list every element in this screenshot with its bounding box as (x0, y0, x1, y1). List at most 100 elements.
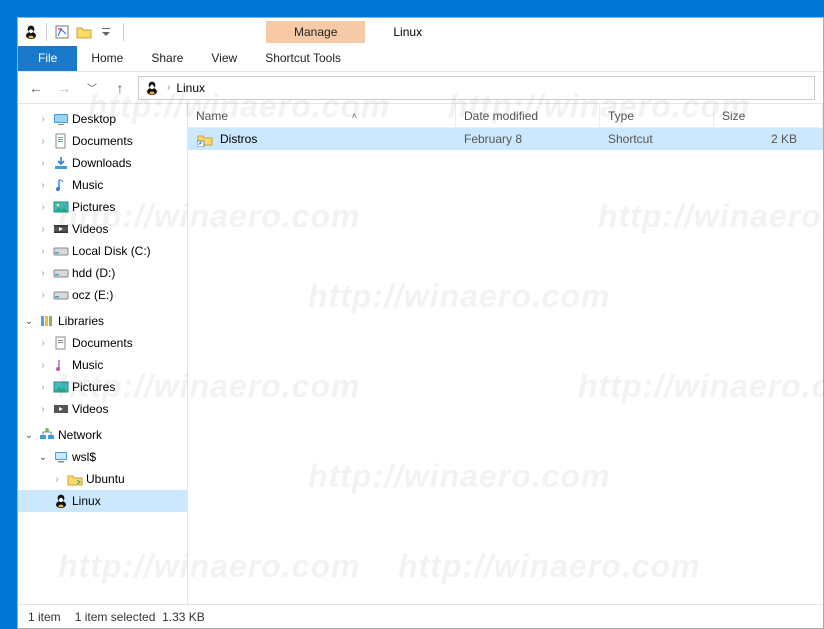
title-bar[interactable]: Manage Linux (18, 18, 823, 46)
chevron-right-icon[interactable]: › (36, 158, 50, 169)
status-selection: 1 item selected 1.33 KB (75, 610, 205, 624)
qat-dropdown-icon[interactable] (97, 24, 115, 40)
properties-icon[interactable] (53, 24, 71, 40)
file-row[interactable]: DistrosFebruary 8Shortcut2 KB (188, 128, 823, 150)
chevron-down-icon[interactable]: ⌄ (22, 430, 36, 441)
tree-item-label: Music (72, 178, 103, 192)
tree-item-label: Local Disk (C:) (72, 244, 151, 258)
column-header-name[interactable]: Name˄ (188, 104, 456, 127)
contextual-tab-header[interactable]: Manage (266, 21, 365, 43)
chevron-right-icon[interactable]: › (36, 202, 50, 213)
tree-item-hdd-d-[interactable]: › hdd (D:) (18, 262, 187, 284)
tab-view[interactable]: View (197, 46, 251, 71)
disk-icon (52, 243, 70, 259)
file-date: February 8 (456, 132, 600, 146)
sort-indicator-icon: ˄ (352, 111, 357, 121)
body: ›Desktop›Documents›Downloads›Music›Pictu… (18, 104, 823, 604)
chevron-right-icon[interactable]: › (36, 136, 50, 147)
piclib-icon (52, 379, 70, 395)
chevron-right-icon[interactable]: › (36, 338, 50, 349)
music-icon (52, 177, 70, 193)
tree-item-videos[interactable]: › Videos (18, 398, 187, 420)
video-icon (52, 221, 70, 237)
tree-item-libraries[interactable]: ⌄ Libraries (18, 310, 187, 332)
tree-item-label: Videos (72, 402, 108, 416)
column-header-size[interactable]: Size (714, 104, 823, 127)
quick-access-toolbar (42, 23, 128, 41)
penguin-icon (143, 80, 161, 96)
tree-item-downloads[interactable]: ›Downloads (18, 152, 187, 174)
tree-item-label: Documents (72, 336, 133, 350)
tree-item-label: Desktop (72, 112, 116, 126)
chevron-right-icon[interactable]: › (36, 382, 50, 393)
vidlib-icon (52, 401, 70, 417)
tree-item-label: wsl$ (72, 450, 96, 464)
chevron-down-icon[interactable]: ⌄ (36, 452, 50, 463)
penguin-icon (52, 493, 70, 509)
tab-home[interactable]: Home (77, 46, 137, 71)
tree-item-network[interactable]: ⌄ Network (18, 424, 187, 446)
column-header-date[interactable]: Date modified (456, 104, 600, 127)
chevron-right-icon[interactable]: › (36, 290, 50, 301)
nav-forward-button[interactable]: → (54, 80, 74, 96)
chevron-right-icon[interactable]: › (36, 180, 50, 191)
tab-share[interactable]: Share (137, 46, 197, 71)
tree-item-label: Music (72, 358, 103, 372)
doc-icon (52, 133, 70, 149)
tree-item-desktop[interactable]: › Desktop (18, 108, 187, 130)
share-icon (66, 471, 84, 487)
tree-item-ocz-e-[interactable]: › ocz (E:) (18, 284, 187, 306)
nav-up-button[interactable]: ↑ (110, 80, 130, 96)
tree-item-label: Ubuntu (86, 472, 125, 486)
chevron-down-icon[interactable]: ⌄ (22, 316, 36, 327)
desktop-icon (52, 111, 70, 127)
column-header-type[interactable]: Type (600, 104, 714, 127)
content-pane: Name˄ Date modified Type Size DistrosFeb… (188, 104, 823, 604)
column-headers: Name˄ Date modified Type Size (188, 104, 823, 128)
tree-item-label: Pictures (72, 200, 115, 214)
musiclib-icon (52, 357, 70, 373)
tree-item-music[interactable]: › Music (18, 354, 187, 376)
tree-item-label: Network (58, 428, 102, 442)
tree-item-documents[interactable]: › Documents (18, 130, 187, 152)
chevron-right-icon[interactable]: › (36, 268, 50, 279)
tree-item-label: Libraries (58, 314, 104, 328)
chevron-right-icon[interactable]: › (36, 246, 50, 257)
breadcrumb-segment[interactable]: Linux (176, 81, 205, 95)
tree-item-linux[interactable]: Linux (18, 490, 187, 512)
address-bar[interactable]: › Linux (138, 76, 815, 100)
download-icon (52, 155, 70, 171)
chevron-right-icon[interactable]: › (36, 404, 50, 415)
tree-item-label: ocz (E:) (72, 288, 113, 302)
doclib-icon (52, 335, 70, 351)
tree-item-ubuntu[interactable]: › Ubuntu (18, 468, 187, 490)
tree-item-music[interactable]: › Music (18, 174, 187, 196)
navigation-pane[interactable]: ›Desktop›Documents›Downloads›Music›Pictu… (18, 104, 188, 604)
libraries-icon (38, 313, 56, 329)
tab-shortcut-tools[interactable]: Shortcut Tools (251, 46, 355, 71)
app-icon (22, 24, 40, 40)
tree-item-videos[interactable]: ›Videos (18, 218, 187, 240)
tree-item-pictures[interactable]: ›Pictures (18, 376, 187, 398)
address-bar-row: ← → ﹀ ↑ › Linux (18, 72, 823, 104)
nav-back-button[interactable]: ← (26, 80, 46, 96)
tab-file[interactable]: File (18, 46, 77, 71)
nav-history-dropdown[interactable]: ﹀ (82, 80, 102, 95)
tree-item-pictures[interactable]: › Pictures (18, 196, 187, 218)
tree-item-local-disk-c-[interactable]: › Local Disk (C:) (18, 240, 187, 262)
tree-item-label: Documents (72, 134, 133, 148)
disk-icon (52, 287, 70, 303)
tree-item-documents[interactable]: › Documents (18, 332, 187, 354)
chevron-right-icon[interactable]: › (36, 360, 50, 371)
status-item-count: 1 item (28, 610, 61, 624)
explorer-window: Manage Linux File Home Share View Shortc… (17, 17, 824, 629)
chevron-right-icon[interactable]: › (167, 82, 170, 93)
tree-item-wsl-[interactable]: ⌄ wsl$ (18, 446, 187, 468)
new-folder-icon[interactable] (75, 24, 93, 40)
file-list[interactable]: DistrosFebruary 8Shortcut2 KB (188, 128, 823, 604)
chevron-right-icon[interactable]: › (36, 114, 50, 125)
chevron-right-icon[interactable]: › (50, 474, 64, 485)
chevron-right-icon[interactable]: › (36, 224, 50, 235)
tree-item-label: hdd (D:) (72, 266, 115, 280)
window-title: Linux (393, 25, 422, 39)
